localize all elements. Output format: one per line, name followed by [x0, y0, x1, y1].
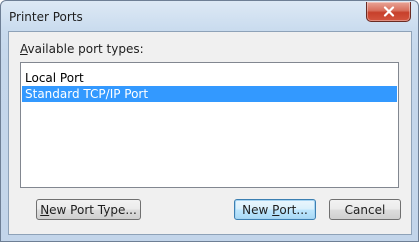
port-types-listbox[interactable]: Local Port Standard TCP/IP Port	[20, 62, 399, 188]
mnemonic-a: A	[20, 42, 28, 56]
dialog-body: Available port types: Local Port Standar…	[8, 31, 412, 235]
list-item-standard-tcpip-port[interactable]: Standard TCP/IP Port	[22, 86, 397, 102]
new-port-type-button[interactable]: New Port Type...	[36, 199, 141, 220]
new-port-button[interactable]: New Port...	[234, 199, 316, 220]
close-icon	[383, 6, 394, 17]
cancel-button[interactable]: Cancel	[329, 199, 401, 220]
list-item-local-port[interactable]: Local Port	[22, 70, 397, 86]
close-button[interactable]	[366, 2, 411, 22]
new-port-label-pre: New	[242, 202, 273, 217]
mnemonic-n: N	[40, 202, 50, 217]
available-port-types-label: Available port types:	[20, 42, 144, 56]
new-port-label-post: ort...	[279, 202, 308, 217]
title-bar[interactable]: Printer Ports	[1, 1, 418, 31]
printer-ports-dialog: Printer Ports Available port types: Loca…	[0, 0, 419, 242]
dialog-title: Printer Ports	[9, 10, 83, 24]
new-port-type-label: ew Port Type...	[49, 202, 137, 217]
mnemonic-p: P	[272, 202, 280, 217]
label-text: vailable port types:	[27, 42, 144, 56]
